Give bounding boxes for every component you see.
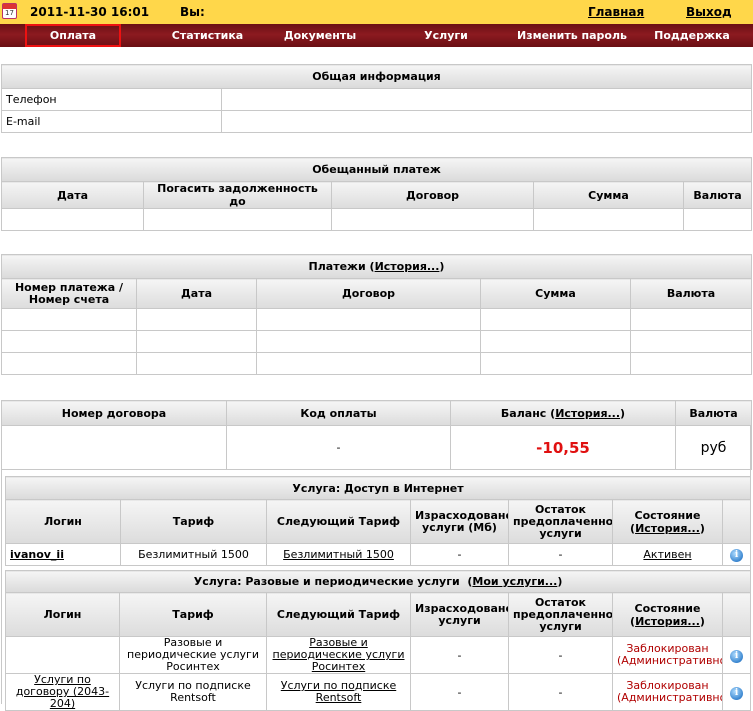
pay-code-value: - [226, 425, 451, 470]
nav-item-payment[interactable]: Оплата [25, 24, 121, 47]
table-row: Разовые и периодические услуги Росинтех … [5, 636, 752, 674]
periodic-service-table: Услуга: Разовые и периодические услуги (… [4, 570, 752, 711]
col-header: Сумма [533, 181, 684, 209]
col-header: Валюта [630, 278, 752, 309]
general-info-title: Общая информация [1, 64, 752, 89]
remaining-value: - [508, 636, 613, 674]
info-icon[interactable]: i [730, 549, 744, 562]
payments-table: Платежи (История...) Номер платежа / Ном… [1, 254, 752, 375]
col-header: Остаток предоплаченной услуги [508, 592, 613, 637]
my-services-link[interactable]: Мои услуги... [472, 575, 557, 588]
payments-title-cell: Платежи (История...) [1, 254, 752, 279]
state-header: Состояние [634, 601, 701, 615]
next-tariff-link[interactable]: Безлимитный 1500 [283, 548, 394, 561]
nav-item-support[interactable]: Поддержка [648, 24, 736, 47]
login-link[interactable]: Услуги по договору (2043-204) [16, 675, 109, 710]
promised-payment-table: Обещанный платеж Дата Погасить задолженн… [0, 157, 753, 231]
table-row: ivanov_ii Безлимитный 1500 Безлимитный 1… [5, 543, 752, 566]
col-header: Тариф [120, 499, 267, 544]
balance-value: -10,55 [450, 425, 676, 470]
login-link[interactable]: ivanov_ii [10, 548, 64, 561]
remaining-value: - [508, 673, 613, 711]
state-link[interactable]: Активен [643, 548, 691, 561]
nav-item-statistics[interactable]: Статистика [150, 24, 265, 47]
info-icon[interactable]: i [730, 649, 744, 663]
nav-item-documents[interactable]: Документы [270, 24, 370, 47]
contract-value [1, 425, 227, 470]
col-header: Сумма [480, 278, 631, 309]
table-row [1, 308, 752, 331]
col-header: Договор [331, 181, 534, 209]
col-header: Валюта [682, 181, 753, 209]
user-label: Вы: [180, 5, 205, 19]
table-row [1, 208, 753, 231]
col-header: Дата [136, 278, 257, 309]
nav-item-services[interactable]: Услуги [410, 24, 482, 47]
balance-header: Баланс [500, 406, 547, 420]
used-value: - [410, 673, 509, 711]
state-history-link[interactable]: История... [635, 522, 700, 535]
balance-header-cell: Баланс (История...) [450, 400, 676, 426]
used-value: - [410, 543, 509, 566]
current-datetime: 2011-11-30 16:01 [30, 5, 150, 19]
nav-item-change-password[interactable]: Изменить пароль [512, 24, 632, 47]
col-header: Номер платежа / Номер счета [1, 278, 137, 309]
promised-payment-title: Обещанный платеж [0, 157, 753, 182]
home-link[interactable]: Главная [588, 5, 644, 19]
state-header: Состояние [634, 508, 701, 522]
calendar-icon: 17 [2, 3, 17, 19]
col-header-state: Состояние (История...) [612, 499, 723, 544]
col-header: Погасить задолженность до [143, 181, 332, 209]
currency-header: Валюта [675, 400, 752, 426]
table-row [1, 330, 752, 353]
periodic-service-title: Услуга: Разовые и периодические услуги [193, 575, 460, 588]
pay-code-header: Код оплаты [226, 400, 451, 426]
info-icon[interactable]: i [730, 686, 744, 700]
table-row: Услуги по договору (2043-204) Услуги по … [5, 673, 752, 711]
email-value [221, 110, 752, 133]
tariff-value: Разовые и периодические услуги Росинтех [119, 636, 267, 674]
top-bar: 17 2011-11-30 16:01 Вы: Главная Выход [0, 0, 753, 24]
contract-header: Номер договора [1, 400, 227, 426]
col-header: Логин [5, 592, 120, 637]
email-label: E-mail [1, 110, 222, 133]
payments-title: Платежи [308, 260, 366, 273]
state-value: Заблокирован (Административно) [612, 673, 723, 711]
phone-label: Телефон [1, 88, 222, 111]
remaining-value: - [508, 543, 613, 566]
col-header: Израсходовано услуги (Мб) [410, 499, 509, 544]
col-header: Следующий Тариф [266, 499, 411, 544]
tariff-value: Услуги по подписке Rentsoft [119, 673, 267, 711]
payments-history-link[interactable]: История... [375, 260, 440, 273]
col-header: Логин [5, 499, 121, 544]
state-value: Заблокирован (Административно) [612, 636, 723, 674]
periodic-service-title-cell: Услуга: Разовые и периодические услуги (… [4, 570, 752, 593]
main-nav: Оплата Статистика Документы Услуги Измен… [0, 24, 753, 47]
col-header: Тариф [119, 592, 267, 637]
col-header: Дата [1, 181, 144, 209]
general-info-table: Общая информация Телефон E-mail [1, 64, 752, 133]
tariff-value: Безлимитный 1500 [120, 543, 267, 566]
next-tariff-link[interactable]: Услуги по подписке Rentsoft [281, 679, 396, 704]
col-header: Договор [256, 278, 481, 309]
state-history-link[interactable]: История... [635, 615, 700, 628]
phone-value [221, 88, 752, 111]
internet-service-title: Услуга: Доступ в Интернет [4, 476, 752, 500]
table-row [1, 352, 752, 375]
next-tariff-link[interactable]: Разовые и периодические услуги Росинтех [273, 638, 405, 673]
balance-history-link[interactable]: История... [555, 407, 620, 420]
calendar-icon-day: 17 [5, 9, 14, 17]
internet-service-table: Услуга: Доступ в Интернет Логин Тариф Сл… [4, 476, 752, 566]
login-value [5, 636, 120, 674]
col-header-state: Состояние (История...) [612, 592, 723, 637]
used-value: - [410, 636, 509, 674]
account-table: Номер договора Код оплаты Баланс (Истори… [1, 400, 752, 470]
col-header: Израсходовано услуги [410, 592, 509, 637]
currency-value: руб [675, 425, 752, 470]
col-header: Следующий Тариф [266, 592, 411, 637]
col-header: Остаток предоплаченной услуги [508, 499, 613, 544]
logout-link[interactable]: Выход [686, 5, 732, 19]
